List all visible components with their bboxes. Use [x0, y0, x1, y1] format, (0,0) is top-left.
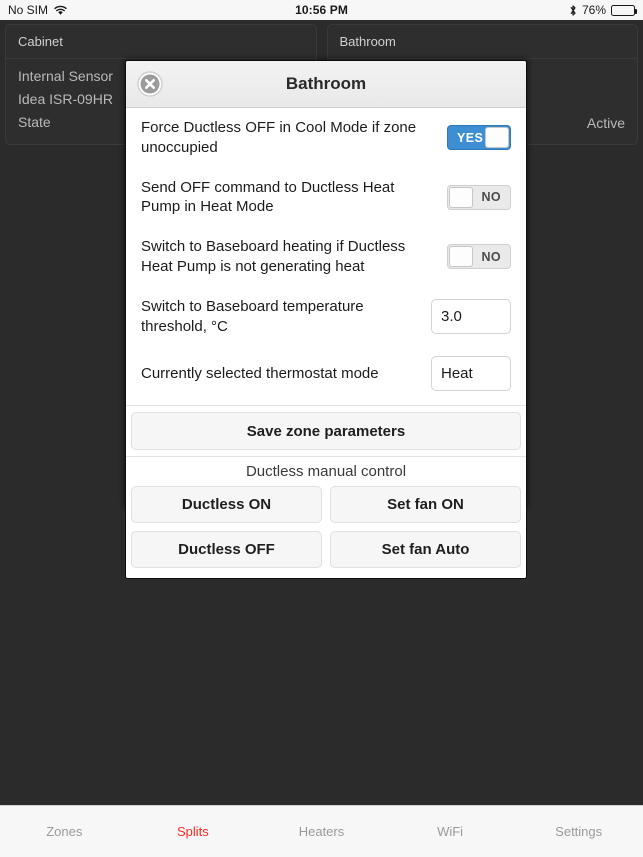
pref-label: Switch to Baseboard heating if Ductless …: [141, 238, 406, 275]
status-bar-left: No SIM: [8, 3, 295, 17]
pref-row-send-off-command: Send OFF command to Ductless Heat Pump i…: [126, 168, 526, 228]
tab-heaters[interactable]: Heaters: [257, 824, 386, 839]
zone-settings-modal: Bathroom Force Ductless OFF in Cool Mode…: [125, 60, 527, 580]
modal-title: Bathroom: [285, 74, 367, 93]
manual-control-label: Ductless manual control: [245, 463, 407, 481]
tab-zones[interactable]: Zones: [0, 824, 129, 839]
set-fan-auto-button[interactable]: Set fan Auto: [330, 531, 521, 569]
tab-settings[interactable]: Settings: [514, 824, 643, 839]
save-zone-parameters-button[interactable]: Save zone parameters: [131, 412, 521, 451]
zone-card-lines: Internal Sensor Idea ISR-09HR State: [18, 67, 113, 132]
clock-label: 10:56 PM: [295, 3, 348, 17]
status-bar-right: 76%: [348, 3, 638, 17]
pref-control: NO: [447, 244, 511, 270]
bluetooth-icon: [569, 4, 577, 17]
carrier-label: No SIM: [8, 3, 49, 17]
pref-row-force-ductless-off: Force Ductless OFF in Cool Mode if zone …: [126, 108, 526, 168]
thermostat-mode-input[interactable]: [431, 356, 511, 392]
battery-icon: [611, 4, 638, 16]
toggle-value-label: NO: [481, 249, 501, 264]
toggle-switch-to-baseboard[interactable]: NO: [447, 244, 511, 270]
pref-label: Send OFF command to Ductless Heat Pump i…: [141, 178, 395, 216]
modal-body: Force Ductless OFF in Cool Mode if zone …: [126, 108, 526, 579]
toggle-knob: [449, 186, 473, 208]
modal-header: Bathroom: [126, 61, 526, 108]
pref-row-switch-to-baseboard: Switch to Baseboard heating if Ductless …: [126, 227, 526, 287]
pref-row-thermostat-mode: Currently selected thermostat mode: [126, 346, 526, 401]
tab-wifi[interactable]: WiFi: [386, 824, 515, 839]
pref-label: Switch to Baseboard temperature threshol…: [141, 297, 364, 335]
zone-card-title: Bathroom: [327, 25, 637, 59]
tab-splits[interactable]: Splits: [129, 824, 258, 839]
zone-state-label: Active: [586, 114, 625, 131]
toggle-knob: [449, 246, 473, 268]
tab-bar: Zones Splits Heaters WiFi Settings: [0, 805, 643, 857]
wifi-icon: [54, 5, 67, 16]
ductless-off-button[interactable]: Ductless OFF: [131, 531, 322, 569]
pref-row-temperature-threshold: Switch to Baseboard temperature threshol…: [126, 287, 526, 347]
ductless-on-button[interactable]: Ductless ON: [131, 486, 322, 524]
zone-line: State: [18, 114, 51, 131]
toggle-value-label: NO: [481, 190, 501, 205]
set-fan-on-button[interactable]: Set fan ON: [330, 486, 521, 524]
pref-control: NO: [447, 184, 511, 210]
pref-control: [431, 356, 511, 392]
pref-label: Currently selected thermostat mode: [141, 364, 379, 382]
zone-line: Idea ISR-09HR: [18, 91, 113, 108]
pref-control: [431, 299, 511, 335]
pref-control: YES: [447, 125, 511, 151]
divider: [126, 405, 526, 407]
toggle-knob: [485, 127, 509, 149]
manual-control-button-grid: Ductless ON Set fan ON Ductless OFF Set …: [126, 486, 526, 578]
pref-label: Force Ductless OFF in Cool Mode if zone …: [141, 119, 417, 156]
toggle-send-off-command[interactable]: NO: [447, 184, 511, 210]
close-icon[interactable]: [137, 71, 163, 97]
zone-card-title: Cabinet: [6, 25, 316, 59]
battery-percent-label: 76%: [581, 3, 607, 17]
zone-line: Internal Sensor: [18, 68, 113, 84]
status-bar: No SIM 10:56 PM 76%: [0, 0, 643, 20]
temperature-threshold-input[interactable]: [431, 299, 511, 335]
toggle-force-ductless-off[interactable]: YES: [447, 125, 511, 151]
